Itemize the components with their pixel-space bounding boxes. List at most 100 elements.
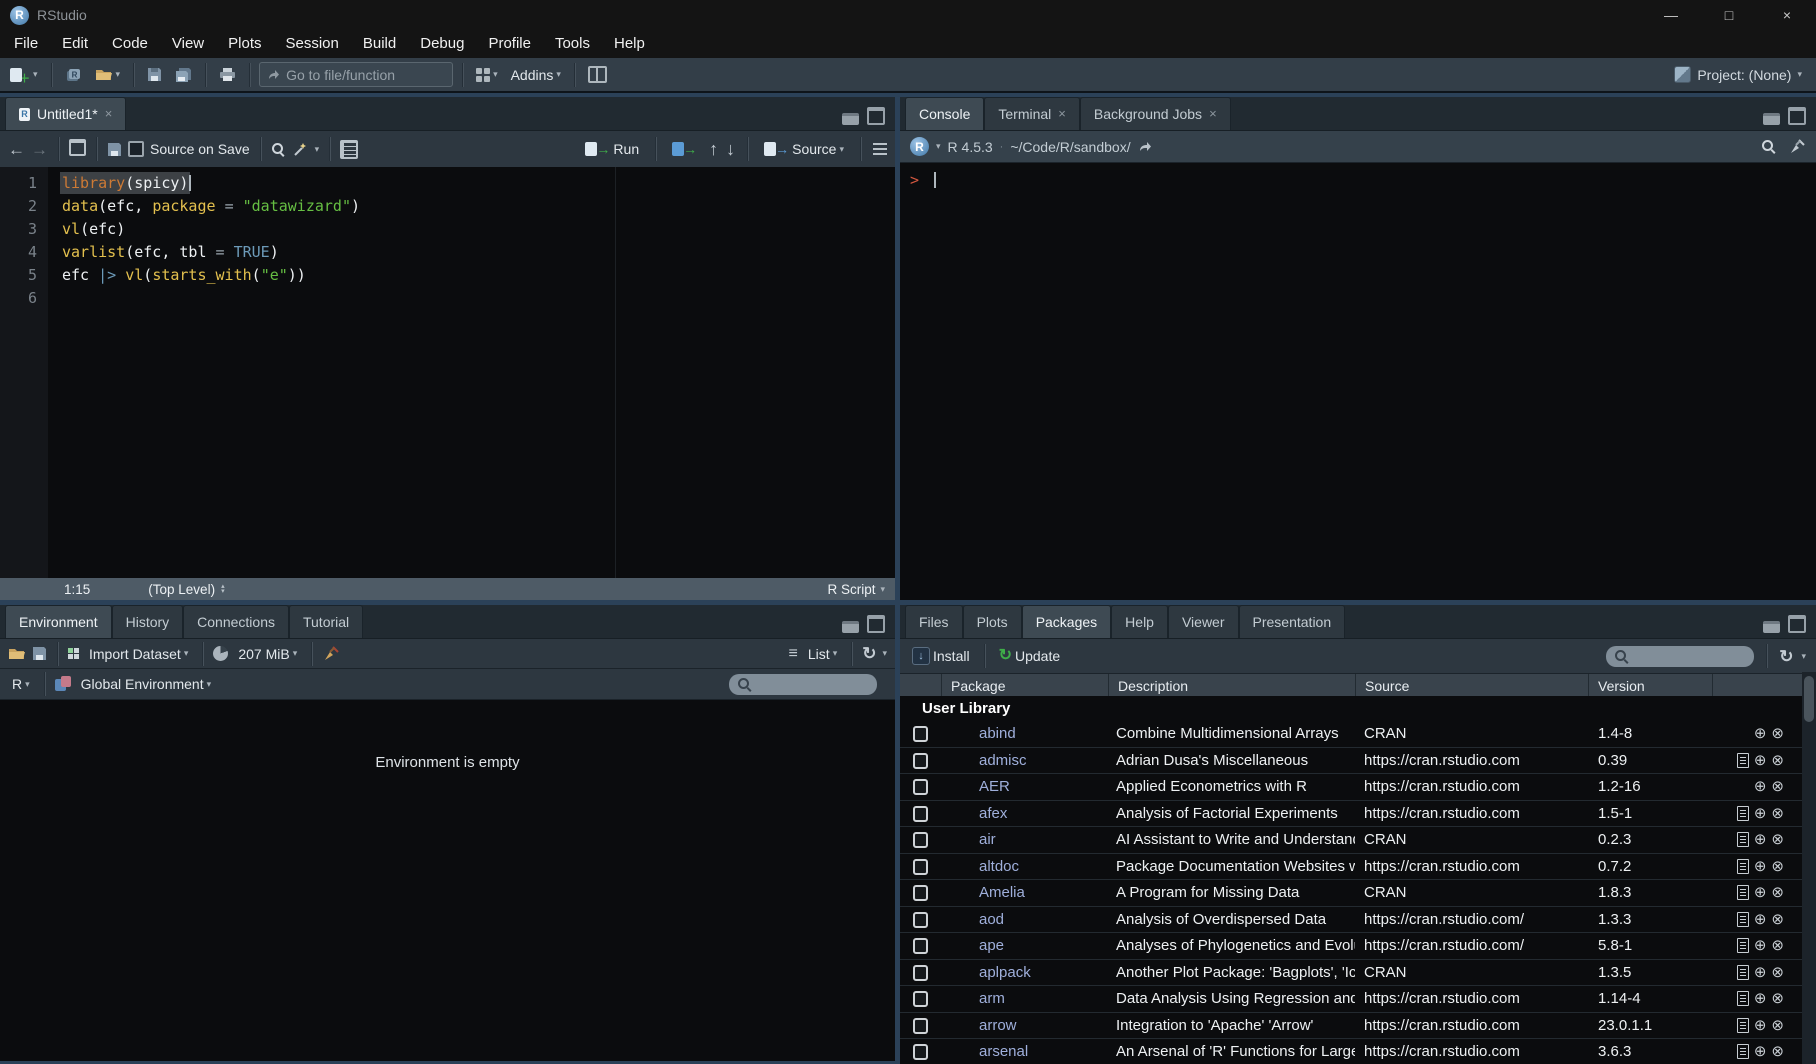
remove-package-icon[interactable]: ⊗ [1771,1044,1784,1059]
tab-files[interactable]: Files [905,605,963,638]
package-checkbox[interactable] [913,753,928,769]
browse-icon[interactable]: ⊕ [1754,991,1767,1006]
package-link[interactable]: altdoc [941,858,1108,875]
remove-package-icon[interactable]: ⊗ [1771,753,1784,768]
package-checkbox[interactable] [913,832,928,848]
r-version-icon[interactable]: R [910,137,929,156]
remove-package-icon[interactable]: ⊗ [1771,806,1784,821]
package-link[interactable]: ape [941,937,1108,954]
package-checkbox[interactable] [913,938,928,954]
language-selector[interactable]: R▾ [8,673,34,695]
browse-icon[interactable]: ⊕ [1754,1044,1767,1059]
project-menu[interactable]: Project: (None) ▾ [1674,66,1810,83]
goto-directory-icon[interactable] [1138,141,1152,153]
package-link[interactable]: aplpack [941,964,1108,981]
browse-icon[interactable]: ⊕ [1754,832,1767,847]
tab-environment[interactable]: Environment [5,605,112,638]
new-file-button[interactable]: ＋▾ [6,60,42,89]
scope-selector[interactable]: (Top Level) [148,582,215,597]
run-next-icon[interactable]: ↓ [726,140,735,158]
menu-session[interactable]: Session [274,30,351,58]
manual-icon[interactable] [1737,832,1749,847]
menu-build[interactable]: Build [351,30,408,58]
forward-icon[interactable]: → [31,141,48,158]
update-button[interactable]: ↻ Update [995,645,1065,667]
tab-connections[interactable]: Connections [183,605,289,638]
save-button[interactable] [143,64,166,85]
pane-minimize-icon[interactable] [1763,113,1780,125]
scrollbar-thumb[interactable] [1804,676,1814,722]
code-editor[interactable]: 123456 library(spicy)data(efc, package =… [0,167,895,578]
menu-debug[interactable]: Debug [408,30,476,58]
browse-icon[interactable]: ⊕ [1754,753,1767,768]
run-previous-icon[interactable]: ↑ [709,140,718,158]
tab-viewer[interactable]: Viewer [1168,605,1239,638]
install-button[interactable]: ↓ Install [908,644,974,668]
run-button[interactable]: → Run [581,138,643,160]
package-link[interactable]: aod [941,911,1108,928]
addins-button[interactable]: Addins ▾ [507,64,565,86]
import-dataset-button[interactable]: Import Dataset▾ [85,643,192,665]
browse-icon[interactable]: ⊕ [1754,779,1767,794]
package-link[interactable]: arm [941,990,1108,1007]
package-checkbox[interactable] [913,726,928,742]
package-link[interactable]: arsenal [941,1043,1108,1060]
tab-close-icon[interactable]: × [1209,98,1217,130]
remove-package-icon[interactable]: ⊗ [1771,938,1784,953]
package-checkbox[interactable] [913,885,928,901]
print-button[interactable] [215,64,240,85]
source-on-save-checkbox[interactable] [128,141,144,157]
open-file-button[interactable]: ▾ [91,64,125,85]
menu-code[interactable]: Code [100,30,160,58]
clear-console-icon[interactable] [1788,138,1806,155]
browse-icon[interactable]: ⊕ [1754,726,1767,741]
tab-console[interactable]: Console [905,97,984,130]
remove-package-icon[interactable]: ⊗ [1771,1018,1784,1033]
manual-icon[interactable] [1737,938,1749,953]
manual-icon[interactable] [1737,885,1749,900]
package-link[interactable]: afex [941,805,1108,822]
package-link[interactable]: arrow [941,1017,1108,1034]
package-link[interactable]: admisc [941,752,1108,769]
refresh-icon[interactable]: ↻ [862,645,876,662]
pane-maximize-icon[interactable] [1788,615,1806,633]
new-project-button[interactable]: R [61,64,86,86]
environment-search-input[interactable] [729,674,877,695]
package-checkbox[interactable] [913,779,928,795]
goto-file-input[interactable]: Go to file/function [259,62,453,87]
package-link[interactable]: AER [941,778,1108,795]
manual-icon[interactable] [1737,1018,1749,1033]
tab-close-icon[interactable]: × [1058,98,1066,130]
remove-package-icon[interactable]: ⊗ [1771,885,1784,900]
remove-package-icon[interactable]: ⊗ [1771,859,1784,874]
pane-minimize-icon[interactable] [1763,621,1780,633]
save-all-button[interactable] [171,64,196,86]
menu-tools[interactable]: Tools [543,30,602,58]
packages-scrollbar[interactable] [1802,672,1816,1064]
pane-maximize-icon[interactable] [867,107,885,125]
save-icon[interactable] [107,142,122,157]
menu-view[interactable]: View [160,30,216,58]
code-tools-icon[interactable] [292,141,309,157]
manual-icon[interactable] [1737,1044,1749,1059]
menu-help[interactable]: Help [602,30,657,58]
browse-icon[interactable]: ⊕ [1754,859,1767,874]
header-version[interactable]: Version [1588,674,1712,698]
list-view-button[interactable]: List▾ [804,643,841,665]
compile-report-icon[interactable] [340,140,358,159]
browse-icon[interactable]: ⊕ [1754,912,1767,927]
clear-objects-icon[interactable] [322,645,340,662]
package-checkbox[interactable] [913,965,928,981]
console-output[interactable]: > [900,163,1816,600]
pane-maximize-icon[interactable] [867,615,885,633]
console-search-icon[interactable] [1761,139,1776,154]
remove-package-icon[interactable]: ⊗ [1771,965,1784,980]
pane-minimize-icon[interactable] [842,621,859,633]
environment-selector[interactable]: Global Environment▾ [77,673,215,695]
remove-package-icon[interactable]: ⊗ [1771,991,1784,1006]
back-icon[interactable]: ← [8,141,25,158]
package-link[interactable]: abind [941,725,1108,742]
browse-icon[interactable]: ⊕ [1754,1018,1767,1033]
pane-layout-button[interactable] [584,63,611,86]
tab-terminal[interactable]: Terminal× [984,97,1080,130]
